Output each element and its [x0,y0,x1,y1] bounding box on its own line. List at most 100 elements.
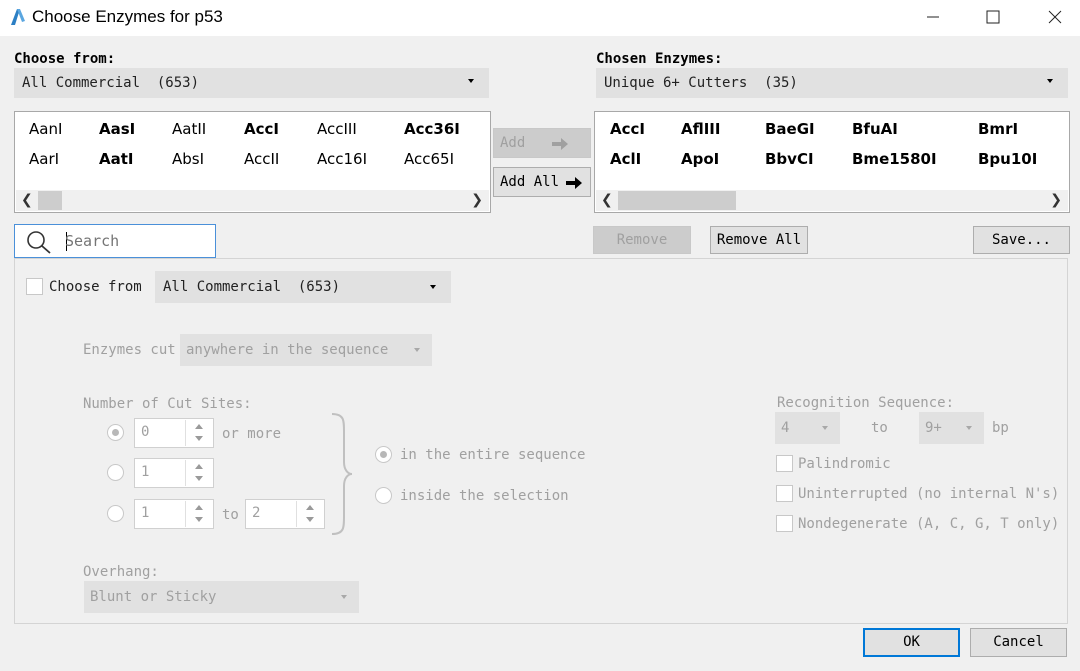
stepper-down-icon[interactable] [195,517,203,522]
stepper-arrows[interactable] [296,501,323,527]
stepper-up-icon[interactable] [195,424,203,429]
enzyme-item[interactable]: AccI [610,120,645,138]
app-logo-icon [11,9,25,25]
minimize-button[interactable] [910,0,956,34]
chosen-list-scrollbar[interactable]: ❮ ❯ [596,190,1068,211]
search-box[interactable] [14,224,216,258]
scroll-right-icon[interactable]: ❯ [1050,192,1062,208]
scrollbar-thumb[interactable] [38,191,62,210]
enzyme-item[interactable]: AatII [172,120,206,138]
enzymes-cut-select[interactable]: anywhere in the sequence [180,334,432,366]
enzyme-item[interactable]: AccI [244,120,279,138]
or-more-label: or more [222,426,282,442]
available-list-scrollbar[interactable]: ❮ ❯ [16,190,489,211]
stepper-down-icon[interactable] [195,436,203,441]
exact-cut-sites-stepper[interactable]: 1 [134,458,214,488]
stepper-down-icon[interactable] [195,476,203,481]
enzyme-item[interactable]: AccII [244,150,279,168]
chevron-down-icon [430,285,436,289]
cut-sites-radio-range[interactable] [107,505,124,522]
enzyme-item[interactable]: Bpu10I [978,150,1037,168]
enzyme-item[interactable]: BaeGI [765,120,815,138]
recognition-sequence-label: Recognition Sequence: [777,395,955,411]
remove-button[interactable]: Remove [593,226,691,254]
recognition-min-select[interactable]: 4 [775,412,840,444]
range-to-stepper[interactable]: 2 [245,499,325,529]
scope-selection-label: inside the selection [400,488,569,504]
scrollbar-thumb[interactable] [618,191,736,210]
remove-all-button[interactable]: Remove All [710,226,808,254]
stepper-down-icon[interactable] [306,517,314,522]
enzyme-item[interactable]: AflIII [681,120,720,138]
enzyme-item[interactable]: BbvCI [765,150,814,168]
scroll-right-icon[interactable]: ❯ [471,192,483,208]
search-input[interactable] [65,229,205,253]
enzyme-item[interactable]: Acc65I [404,150,454,168]
cut-sites-radio-or-more[interactable] [107,424,124,441]
scroll-left-icon[interactable]: ❮ [21,192,33,208]
window-title: Choose Enzymes for p53 [32,7,223,26]
enzymes-cut-value: anywhere in the sequence [186,342,389,358]
overhang-select[interactable]: Blunt or Sticky [84,581,359,613]
search-icon [27,231,51,254]
enzyme-item[interactable]: AclI [610,150,641,168]
chosen-enzymes-select[interactable]: Unique 6+ Cutters (35) [596,68,1068,98]
overhang-value: Blunt or Sticky [90,589,217,605]
scope-radio-selection[interactable] [375,487,392,504]
recognition-max-select[interactable]: 9+ [919,412,984,444]
stepper-up-icon[interactable] [306,505,314,510]
stepper-arrows[interactable] [185,501,212,527]
enzyme-item[interactable]: BfuAI [852,120,898,138]
min-cut-sites-stepper[interactable]: 0 [134,418,214,448]
nondegenerate-checkbox[interactable] [776,515,793,532]
add-button[interactable]: Add [493,128,591,158]
bp-unit-label: bp [992,420,1009,436]
palindromic-checkbox[interactable] [776,455,793,472]
stepper-up-icon[interactable] [195,464,203,469]
arrow-right-icon [566,177,582,189]
ok-button[interactable]: OK [863,628,960,657]
choose-from-checkbox[interactable] [26,278,43,295]
enzymes-cut-label: Enzymes cut [83,342,176,358]
filter-choose-from-value: All Commercial (653) [163,279,341,295]
enzyme-item[interactable]: AarI [29,150,59,168]
cancel-button[interactable]: Cancel [970,628,1067,657]
enzyme-item[interactable]: AatI [99,150,133,168]
cut-sites-label: Number of Cut Sites: [83,396,252,412]
close-button[interactable] [1032,0,1078,34]
filter-choose-from-select[interactable]: All Commercial (653) [155,271,451,303]
enzyme-item[interactable]: AbsI [172,150,204,168]
brace-icon [331,413,353,535]
enzyme-item[interactable]: Acc16I [317,150,367,168]
enzyme-item[interactable]: Acc36I [404,120,460,138]
chevron-down-icon [1047,79,1053,83]
scope-radio-entire[interactable] [375,446,392,463]
stepper-arrows[interactable] [185,420,212,446]
save-button[interactable]: Save... [973,226,1070,254]
add-all-button[interactable]: Add All [493,167,591,197]
choose-from-checkbox-label: Choose from [49,279,142,295]
stepper-up-icon[interactable] [195,505,203,510]
chevron-down-icon [414,348,420,352]
chosen-enzymes-list: AccI AflIII BaeGI BfuAI BmrI AclI ApoI B… [594,111,1070,213]
enzyme-item[interactable]: BmrI [978,120,1018,138]
enzyme-item[interactable]: ApoI [681,150,719,168]
range-from-stepper[interactable]: 1 [134,499,214,529]
cut-sites-radio-exact[interactable] [107,464,124,481]
enzyme-item[interactable]: AanI [29,120,62,138]
maximize-button[interactable] [970,0,1016,34]
close-icon [1048,10,1062,24]
recognition-to-label: to [871,420,888,436]
uninterrupted-checkbox[interactable] [776,485,793,502]
scroll-left-icon[interactable]: ❮ [601,192,613,208]
chosen-enzymes-select-value: Unique 6+ Cutters (35) [604,75,798,91]
enzyme-item[interactable]: Bme1580I [852,150,937,168]
add-all-button-label: Add All [500,174,560,190]
recognition-min-value: 4 [781,420,790,436]
chevron-down-icon [341,595,347,599]
enzyme-item[interactable]: AasI [99,120,135,138]
chevron-down-icon [468,79,474,83]
stepper-arrows[interactable] [185,460,212,486]
enzyme-item[interactable]: AccIII [317,120,357,138]
choose-from-select[interactable]: All Commercial (653) [14,68,489,98]
